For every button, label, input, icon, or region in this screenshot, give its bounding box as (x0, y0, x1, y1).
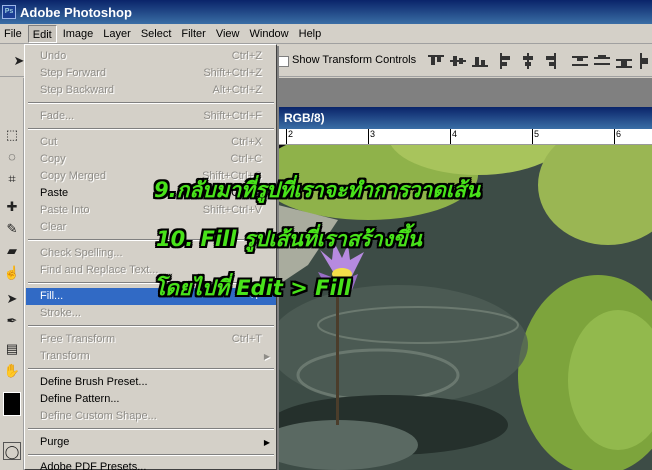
ruler-number: 2 (288, 129, 294, 139)
eraser-tool-icon[interactable]: ▰ (3, 242, 21, 260)
align-top-icon[interactable] (428, 53, 444, 69)
menu-edit[interactable]: Edit (27, 24, 57, 43)
menu-item-define-pattern[interactable]: Define Pattern... (26, 391, 276, 408)
menu-item-fade[interactable]: Fade... Shift+Ctrl+F (26, 108, 276, 125)
menu-separator (28, 454, 274, 456)
menu-image[interactable]: Image (59, 25, 98, 43)
smudge-tool-icon[interactable]: ☝ (3, 264, 21, 282)
menu-item-cut[interactable]: Cut Ctrl+X (26, 134, 276, 151)
submenu-arrow-icon: ▶ (263, 438, 270, 447)
notes-tool-icon[interactable]: ▤ (3, 340, 21, 358)
menu-separator (28, 102, 274, 104)
path-selection-icon[interactable]: ➤ (3, 290, 21, 308)
menu-item-define-shape[interactable]: Define Custom Shape... (26, 408, 276, 425)
quickmask-icon[interactable]: ◯ (3, 442, 21, 460)
healing-brush-icon[interactable]: ✚ (3, 198, 21, 216)
hand-tool-icon[interactable]: ✋ (3, 362, 21, 380)
menu-item-undo[interactable]: Undo Ctrl+Z (26, 48, 276, 65)
distribute-vcenter-icon[interactable] (594, 53, 610, 69)
menu-window[interactable]: Window (246, 25, 293, 43)
menu-separator (28, 428, 274, 430)
menu-item-step-backward[interactable]: Step Backward Alt+Ctrl+Z (26, 82, 276, 99)
menu-separator (28, 325, 274, 327)
show-transform-label: Show Transform Controls (292, 54, 417, 66)
distribute-top-icon[interactable] (572, 53, 588, 69)
annotation-edit-fill: โดยไปที่ Edit > Fill (154, 276, 352, 300)
align-left-icon[interactable] (498, 53, 514, 69)
menu-select[interactable]: Select (137, 25, 176, 43)
menu-bar: File Edit Image Layer Select Filter View… (0, 24, 652, 44)
pen-tool-icon[interactable]: ✒ (3, 312, 21, 330)
menu-file[interactable]: File (0, 25, 26, 43)
annotation-step-10: 10. Fill รูปเส้นที่เราสร้างขึ้น (156, 227, 422, 251)
menu-help[interactable]: Help (295, 25, 326, 43)
menu-item-step-forward[interactable]: Step Forward Shift+Ctrl+Z (26, 65, 276, 82)
menu-item-purge[interactable]: Purge ▶ (26, 434, 276, 451)
menu-separator (28, 128, 274, 130)
menu-item-free-transform[interactable]: Free Transform Ctrl+T (26, 331, 276, 348)
distribute-bottom-icon[interactable] (616, 53, 632, 69)
align-bottom-icon[interactable] (472, 53, 488, 69)
lasso-tool-icon[interactable]: ◌ (3, 148, 21, 166)
menu-item-stroke[interactable]: Stroke... (26, 305, 276, 322)
show-transform-checkbox[interactable] (278, 56, 289, 67)
menu-view[interactable]: View (212, 25, 244, 43)
menu-separator (28, 368, 274, 370)
foreground-color-swatch[interactable] (3, 392, 21, 416)
menu-layer[interactable]: Layer (99, 25, 135, 43)
ruler-number: 3 (370, 129, 376, 139)
horizontal-ruler: 2 3 4 5 6 (278, 129, 652, 145)
menu-filter[interactable]: Filter (177, 25, 209, 43)
submenu-arrow-icon: ▶ (263, 352, 270, 361)
distribute-left-icon[interactable] (638, 53, 652, 69)
app-title: Adobe Photoshop (20, 4, 132, 20)
ruler-number: 5 (534, 129, 540, 139)
menu-item-define-brush[interactable]: Define Brush Preset... (26, 374, 276, 391)
toolbox: ⬚ ◌ ⌗ ✚ ✎ ▰ ☝ ➤ ✒ ▤ ✋ ◯ (0, 78, 24, 470)
ruler-number: 6 (616, 129, 622, 139)
brush-tool-icon[interactable]: ✎ (3, 220, 21, 238)
photoshop-app-icon: Ps (2, 5, 16, 19)
menu-item-pdf-presets[interactable]: Adobe PDF Presets... (26, 459, 276, 470)
document-title: RGB/8) (284, 111, 325, 125)
app-title-bar: Ps Adobe Photoshop (0, 0, 652, 24)
align-hcenter-icon[interactable] (520, 53, 536, 69)
annotation-step-9: 9.กลับมาที่รูปที่เราจะทำการวาดเส้น (154, 178, 481, 202)
marquee-tool-icon[interactable]: ⬚ (3, 126, 21, 144)
align-vcenter-icon[interactable] (450, 53, 466, 69)
align-right-icon[interactable] (542, 53, 558, 69)
ruler-number: 4 (452, 129, 458, 139)
menu-item-transform[interactable]: Transform ▶ (26, 348, 276, 365)
crop-tool-icon[interactable]: ⌗ (3, 170, 21, 188)
edit-menu-dropdown: Undo Ctrl+Z Step Forward Shift+Ctrl+Z Step… (24, 44, 277, 470)
menu-item-copy[interactable]: Copy Ctrl+C (26, 151, 276, 168)
